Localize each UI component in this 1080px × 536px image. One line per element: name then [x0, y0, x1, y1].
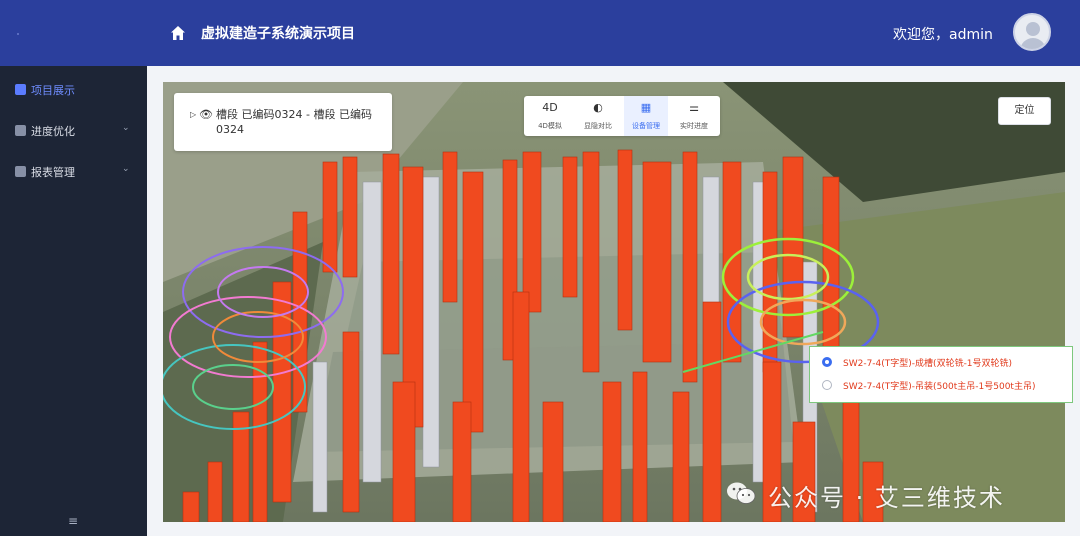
- sidebar: 项目展示 进度优化 ⌄ 报表管理 ⌄ ≡: [0, 66, 147, 536]
- top-header: 虚拟建造子系统演示项目 欢迎您，admin: [0, 0, 1080, 66]
- equipment-option-milling[interactable]: SW2-7-4(T字型)-成槽(双轮铣-1号双轮铣): [822, 354, 1072, 372]
- welcome-text: 欢迎您，admin: [893, 27, 993, 43]
- eye-icon[interactable]: 👁: [199, 108, 213, 121]
- avatar[interactable]: [1013, 13, 1051, 51]
- header-dot: [17, 33, 19, 35]
- radio-label[interactable]: SW2-7-4(T字型)-成槽(双轮铣-1号双轮铣): [843, 356, 1012, 369]
- tool-visibility-compare[interactable]: ◐ 显隐对比: [576, 96, 620, 136]
- wechat-icon: [727, 482, 756, 504]
- layer-tree-panel: ▷ 👁 槽段 已编码0324 - 槽段 已编码0324: [174, 93, 392, 151]
- radio-label[interactable]: SW2-7-4(T字型)-吊装(500t主吊-1号500t主吊): [843, 379, 1035, 392]
- report-icon: [15, 166, 26, 177]
- progress-icon: [15, 125, 26, 136]
- tool-label: 4D模拟: [538, 122, 562, 130]
- 4d-icon: 4D: [542, 101, 558, 114]
- sliders-icon: ⚌: [689, 101, 699, 114]
- watermark-text: 公众号 · 艾三维技术: [768, 484, 1005, 512]
- sidebar-item-label: 项目展示: [31, 84, 75, 97]
- tool-realtime-progress[interactable]: ⚌ 实时进度: [672, 96, 716, 136]
- equipment-radio-list: SW2-7-4(T字型)-成槽(双轮铣-1号双轮铣) SW2-7-4(T字型)-…: [809, 346, 1073, 403]
- expand-arrow-icon[interactable]: ▷: [190, 110, 196, 119]
- project-title: 虚拟建造子系统演示项目: [201, 26, 355, 42]
- equipment-option-hoisting[interactable]: SW2-7-4(T字型)-吊装(500t主吊-1号500t主吊): [822, 377, 1072, 395]
- collapse-menu-icon[interactable]: ≡: [68, 514, 78, 528]
- tool-equipment-management[interactable]: ▦ 设备管理: [624, 96, 668, 136]
- contrast-icon: ◐: [593, 101, 603, 114]
- sidebar-item-project-display[interactable]: 项目展示: [0, 76, 147, 104]
- equipment-icon: ▦: [640, 101, 652, 114]
- home-icon[interactable]: [170, 25, 186, 41]
- sidebar-item-progress-optimization[interactable]: 进度优化 ⌄: [0, 117, 147, 145]
- monitor-icon: [15, 84, 26, 95]
- tool-4d-simulation[interactable]: 4D 4D模拟: [528, 96, 572, 136]
- radio-button[interactable]: [822, 380, 832, 390]
- chevron-down-icon: ⌄: [122, 123, 130, 133]
- locate-button[interactable]: 定位: [998, 97, 1051, 125]
- sidebar-item-report-management[interactable]: 报表管理 ⌄: [0, 158, 147, 186]
- tool-label: 设备管理: [632, 122, 660, 130]
- tool-label: 实时进度: [680, 122, 708, 130]
- sidebar-item-label: 进度优化: [31, 125, 75, 138]
- layer-tree-node[interactable]: 槽段 已编码0324 - 槽段 已编码0324: [216, 107, 376, 137]
- sidebar-item-label: 报表管理: [31, 166, 75, 179]
- radio-button[interactable]: [822, 357, 832, 367]
- scene-toolbar: 4D 4D模拟 ◐ 显隐对比 ▦ 设备管理 ⚌ 实时进度: [524, 96, 720, 136]
- tool-label: 显隐对比: [584, 122, 612, 130]
- watermark: 公众号 · 艾三维技术: [726, 478, 1056, 512]
- chevron-down-icon: ⌄: [122, 164, 130, 174]
